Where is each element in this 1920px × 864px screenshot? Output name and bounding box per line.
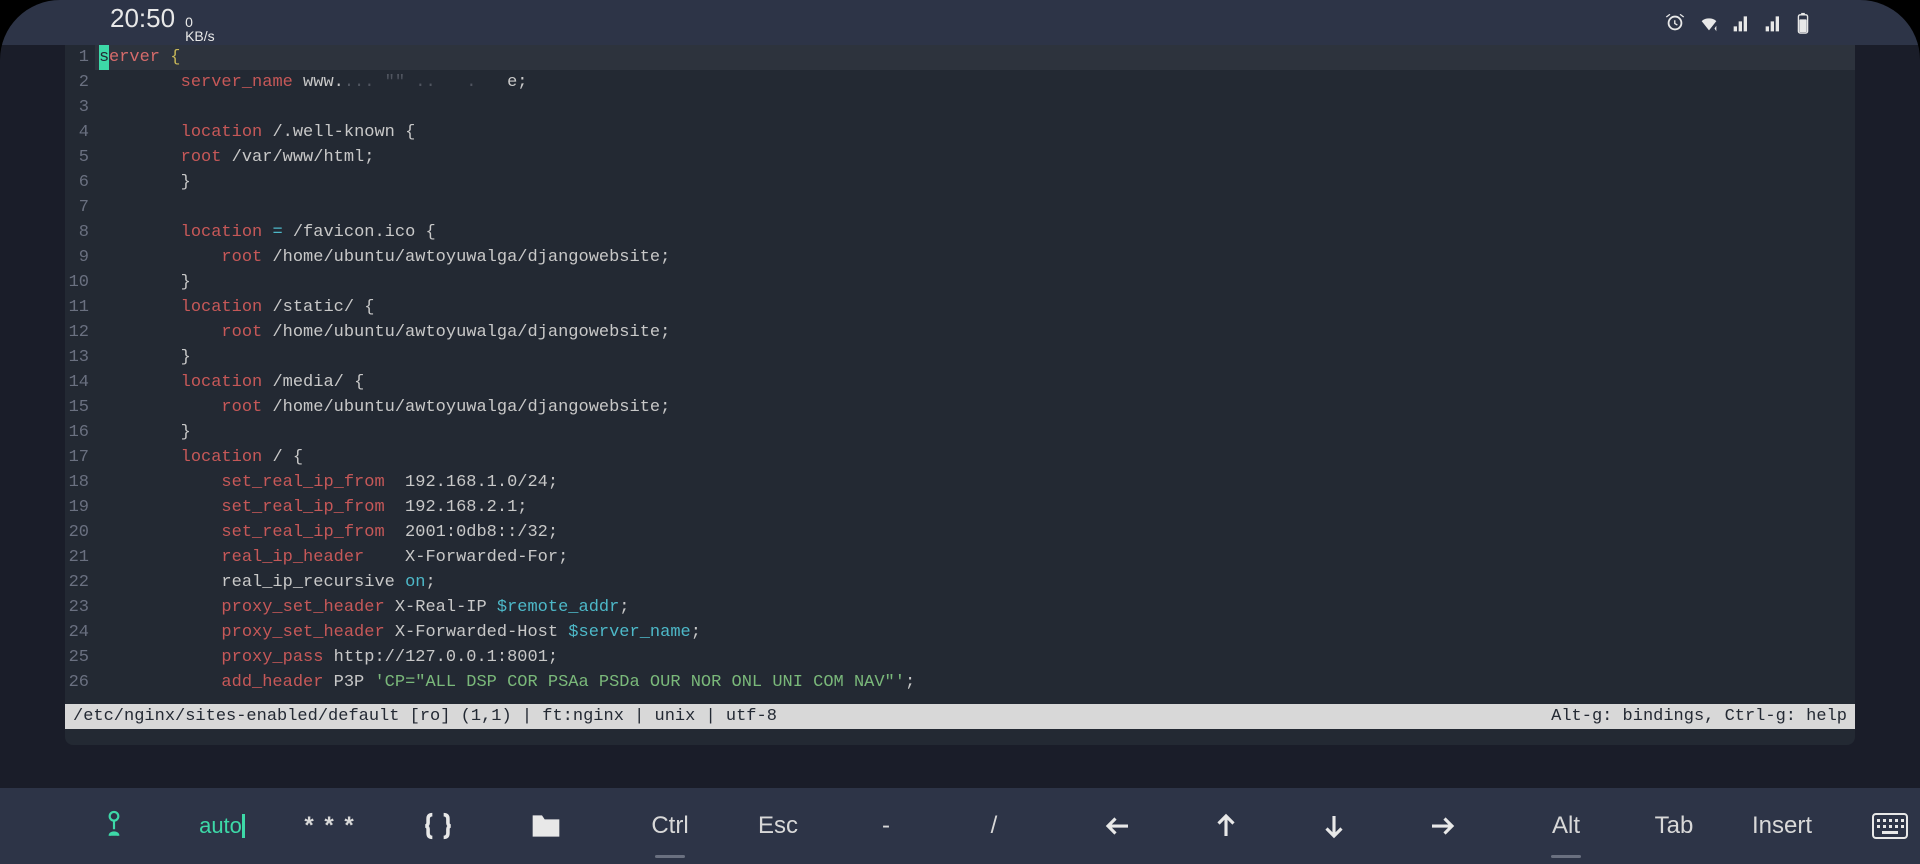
arrow-left-key[interactable] bbox=[1064, 800, 1172, 852]
code-content[interactable]: server { server_name www.... "" .. . e; … bbox=[95, 45, 1855, 720]
battery-icon bbox=[1796, 12, 1810, 34]
insert-key[interactable]: Insert bbox=[1728, 800, 1836, 852]
alarm-icon bbox=[1664, 12, 1686, 34]
network-speed: 0 KB/s bbox=[185, 15, 215, 43]
signal-icon-2 bbox=[1764, 13, 1784, 33]
touch-icon[interactable] bbox=[60, 800, 168, 852]
virtual-keyboard-toolbar: auto * * * Ctrl Esc - / Alt Tab Insert bbox=[0, 788, 1920, 864]
terminal-editor[interactable]: 1234567891011121314151617181920212223242… bbox=[65, 45, 1855, 745]
wifi-icon bbox=[1698, 12, 1720, 34]
dash-key[interactable]: - bbox=[832, 800, 940, 852]
signal-icon-1 bbox=[1732, 13, 1752, 33]
editor-status-line: /etc/nginx/sites-enabled/default [ro] (1… bbox=[65, 704, 1855, 729]
slash-key[interactable]: / bbox=[940, 800, 1048, 852]
android-status-bar: 20:50 0 KB/s bbox=[0, 0, 1920, 45]
status-icons bbox=[1664, 12, 1810, 34]
arrow-right-key[interactable] bbox=[1388, 800, 1496, 852]
braces-button[interactable] bbox=[384, 800, 492, 852]
ctrl-key[interactable]: Ctrl bbox=[616, 800, 724, 852]
line-number-gutter: 1234567891011121314151617181920212223242… bbox=[65, 45, 95, 720]
alt-key[interactable]: Alt bbox=[1512, 800, 1620, 852]
status-right: Alt-g: bindings, Ctrl-g: help bbox=[1551, 707, 1847, 726]
folder-button[interactable] bbox=[492, 800, 600, 852]
keyboard-icon[interactable] bbox=[1836, 800, 1920, 852]
esc-key[interactable]: Esc bbox=[724, 800, 832, 852]
status-left: /etc/nginx/sites-enabled/default [ro] (1… bbox=[73, 707, 777, 726]
tab-key[interactable]: Tab bbox=[1620, 800, 1728, 852]
arrow-down-key[interactable] bbox=[1280, 800, 1388, 852]
clock-time: 20:50 bbox=[110, 3, 175, 34]
arrow-up-key[interactable] bbox=[1172, 800, 1280, 852]
stars-button[interactable]: * * * bbox=[276, 800, 384, 852]
auto-button[interactable]: auto bbox=[168, 800, 276, 852]
